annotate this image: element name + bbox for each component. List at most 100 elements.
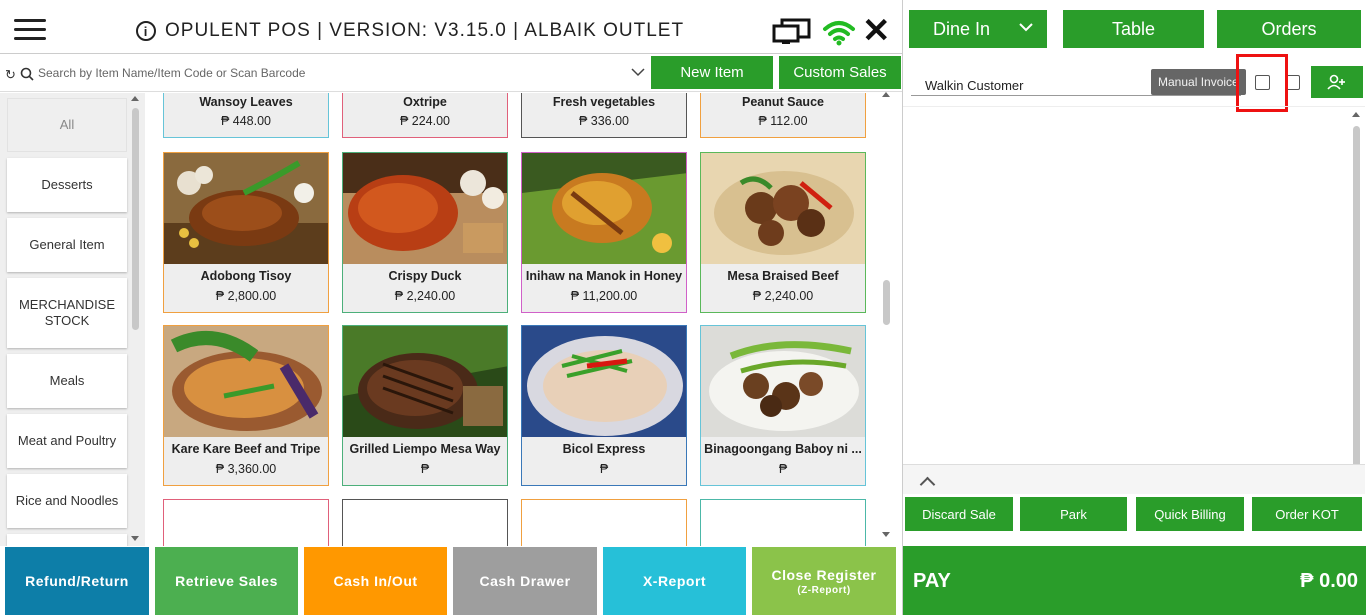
quick-billing-button[interactable]: Quick Billing [1136, 497, 1244, 531]
dish-image [343, 326, 507, 437]
product-card[interactable]: Binagoongang Baboy ni ... ₱ [700, 325, 866, 486]
product-name: Adobong Tisoy [200, 269, 292, 283]
dual-monitor-icon[interactable] [772, 18, 812, 46]
refresh-icon[interactable]: ↻ [5, 67, 16, 83]
custom-sales-button[interactable]: Custom Sales [779, 56, 901, 89]
highlight-box [1236, 54, 1288, 112]
new-item-button[interactable]: New Item [651, 56, 773, 89]
hamburger-menu-icon[interactable] [14, 19, 46, 41]
header-bar: i OPULENT POS | VERSION: V3.15.0 | ALBAI… [0, 0, 902, 54]
orders-button[interactable]: Orders [1217, 10, 1361, 48]
order-kot-button[interactable]: Order KOT [1252, 497, 1362, 531]
product-price: ₱ 448.00 [220, 114, 272, 128]
product-price: ₱ [778, 462, 788, 476]
order-type-dropdown[interactable]: Dine In [909, 10, 1047, 48]
product-card[interactable]: Oxtripe ₱ 224.00 [342, 93, 508, 138]
category-general-item[interactable]: General Item [7, 218, 127, 272]
product-price: ₱ 2,240.00 [752, 289, 814, 303]
park-button[interactable]: Park [1020, 497, 1127, 531]
product-price: ₱ 2,240.00 [394, 289, 456, 303]
product-card[interactable] [342, 499, 508, 546]
product-card[interactable]: Mesa Braised Beef ₱ 2,240.00 [700, 152, 866, 313]
table-button[interactable]: Table [1063, 10, 1204, 48]
category-meat-and-poultry[interactable]: Meat and Poultry [7, 414, 127, 468]
product-price: ₱ [420, 462, 430, 476]
button-label: Retrieve Sales [175, 573, 278, 589]
dish-image [164, 153, 328, 264]
product-name: Fresh vegetables [552, 95, 656, 109]
close-register-button[interactable]: Close Register (Z-Report) [752, 547, 896, 615]
pay-button[interactable]: PAY ₱ 0.00 [903, 546, 1366, 615]
scroll-down-arrow-icon[interactable] [131, 536, 139, 541]
cart-summary-toggle[interactable] [903, 464, 1365, 494]
product-card[interactable] [521, 499, 687, 546]
customer-name[interactable]: Walkin Customer [925, 78, 1023, 93]
product-card[interactable]: Peanut Sauce ₱ 112.00 [700, 93, 866, 138]
chevron-up-icon[interactable] [919, 476, 936, 493]
scroll-up-arrow-icon[interactable] [882, 92, 890, 97]
category-scrollbar[interactable] [131, 96, 140, 544]
product-grid: Wansoy Leaves ₱ 448.00 Oxtripe ₱ 224.00 … [145, 93, 880, 546]
cart-scrollbar[interactable] [1352, 112, 1361, 490]
order-type-label: Dine In [933, 18, 991, 39]
product-name: Wansoy Leaves [199, 95, 293, 109]
cash-in-out-button[interactable]: Cash In/Out [304, 547, 447, 615]
refund-return-button[interactable]: Refund/Return [5, 547, 149, 615]
product-card[interactable]: Inihaw na Manok in Honey ₱ 11,200.00 [521, 152, 687, 313]
dish-image [522, 153, 686, 264]
product-card[interactable]: Bicol Express ₱ [521, 325, 687, 486]
scroll-down-arrow-icon[interactable] [882, 532, 890, 537]
add-customer-button[interactable] [1311, 66, 1363, 98]
product-price: ₱ [599, 462, 609, 476]
product-name: Binagoongang Baboy ni ... [704, 442, 862, 456]
product-name: Kare Kare Beef and Tripe [171, 442, 321, 456]
product-card[interactable]: Fresh vegetables ₱ 336.00 [521, 93, 687, 138]
info-icon[interactable]: i [136, 21, 156, 41]
product-price: ₱ 336.00 [578, 114, 630, 128]
cart-items-area [903, 106, 1365, 464]
scrollbar-thumb[interactable] [132, 108, 139, 330]
search-input[interactable] [38, 62, 638, 84]
product-card[interactable]: Adobong Tisoy ₱ 2,800.00 [163, 152, 329, 313]
category-rice-and-noodles[interactable]: Rice and Noodles [7, 474, 127, 528]
product-card[interactable] [700, 499, 866, 546]
scrollbar-thumb[interactable] [1353, 126, 1360, 484]
category-item[interactable] [7, 534, 127, 546]
x-report-button[interactable]: X-Report [603, 547, 746, 615]
product-card[interactable]: Grilled Liempo Mesa Way ₱ [342, 325, 508, 486]
category-sidebar: All Desserts General Item MERCHANDISE ST… [0, 93, 145, 546]
product-price: ₱ 224.00 [399, 114, 451, 128]
product-name: Inihaw na Manok in Honey [525, 269, 683, 283]
product-grid-scrollbar[interactable] [882, 90, 891, 542]
scroll-up-arrow-icon[interactable] [131, 96, 139, 101]
button-label: X-Report [642, 573, 707, 589]
product-card[interactable]: Wansoy Leaves ₱ 448.00 [163, 93, 329, 138]
pay-amount: ₱ 0.00 [1300, 570, 1358, 592]
close-icon[interactable]: ✕ [862, 14, 891, 48]
category-merchandise-stock[interactable]: MERCHANDISE STOCK [7, 278, 127, 348]
category-all[interactable]: All [7, 98, 127, 152]
retrieve-sales-button[interactable]: Retrieve Sales [155, 547, 298, 615]
product-price: ₱ 3,360.00 [215, 462, 277, 476]
product-card[interactable] [163, 499, 329, 546]
product-name: Grilled Liempo Mesa Way [349, 442, 501, 456]
button-sublabel: (Z-Report) [797, 584, 851, 596]
category-desserts[interactable]: Desserts [7, 158, 127, 212]
button-label: Cash Drawer [479, 573, 571, 589]
category-meals[interactable]: Meals [7, 354, 127, 408]
chevron-down-icon[interactable] [631, 67, 645, 77]
button-label: Refund/Return [25, 573, 129, 589]
dish-image [522, 326, 686, 437]
product-card[interactable]: Kare Kare Beef and Tripe ₱ 3,360.00 [163, 325, 329, 486]
discard-sale-button[interactable]: Discard Sale [905, 497, 1013, 531]
customer-underline [911, 95, 1241, 96]
product-card[interactable]: Crispy Duck ₱ 2,240.00 [342, 152, 508, 313]
dish-image [701, 153, 865, 264]
cash-drawer-button[interactable]: Cash Drawer [453, 547, 597, 615]
app-title-text: OPULENT POS | VERSION: V3.15.0 | ALBAIK … [165, 20, 685, 41]
product-name: Oxtripe [403, 95, 447, 109]
pos-app: i OPULENT POS | VERSION: V3.15.0 | ALBAI… [0, 0, 1366, 615]
scroll-up-arrow-icon[interactable] [1352, 112, 1360, 117]
scrollbar-thumb[interactable] [883, 280, 890, 325]
product-name: Crispy Duck [388, 269, 462, 283]
